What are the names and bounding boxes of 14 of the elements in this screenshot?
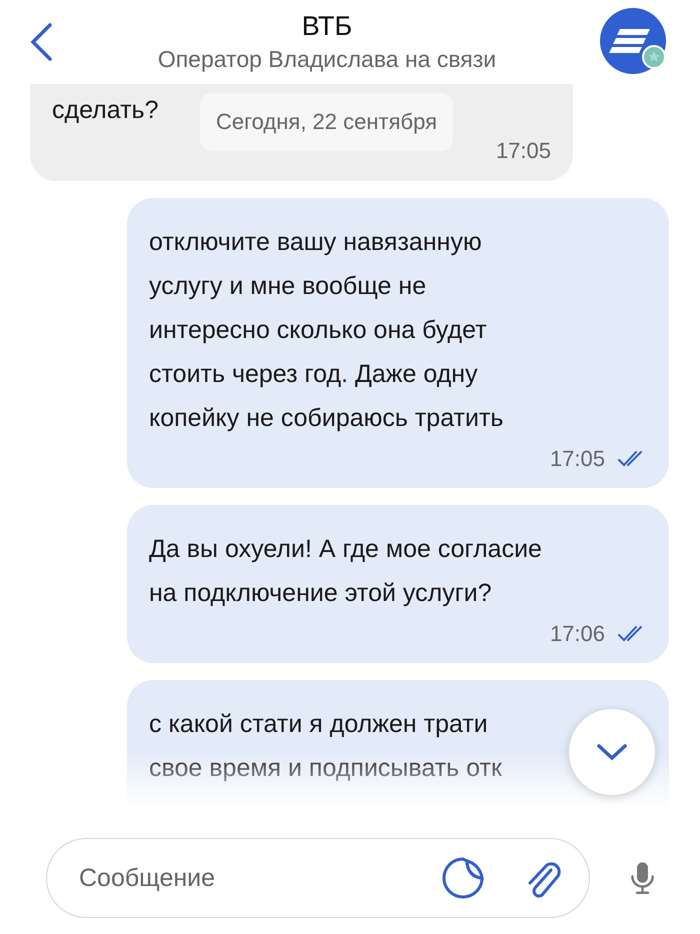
message-text: с какой стати я должен трати свое время и подписывать отк xyxy=(149,709,502,784)
sticker-icon[interactable] xyxy=(441,856,485,900)
chat-title: ВТБ xyxy=(302,11,352,42)
chat-subtitle: Оператор Владислава на связи xyxy=(158,46,496,73)
message-field[interactable]: Сообщение xyxy=(77,862,403,894)
message-text: отключите вашу навязанную услугу и мне вообще не интересно сколько она будет стоить через год. Даже одну копейку не собираюсь тратить xyxy=(149,227,504,434)
message-time: 17:06 xyxy=(550,620,605,648)
date-chip: Сегодня, 22 сентября xyxy=(200,93,453,151)
message-time: 17:05 xyxy=(496,137,551,165)
message-time: 17:05 xyxy=(550,445,605,473)
message-text: сделать? xyxy=(52,95,158,126)
back-icon[interactable] xyxy=(28,22,54,62)
message-text: Да вы охуели! А где мое согласие на подключение этой услуги? xyxy=(149,534,542,609)
chevron-down-icon xyxy=(596,742,628,762)
